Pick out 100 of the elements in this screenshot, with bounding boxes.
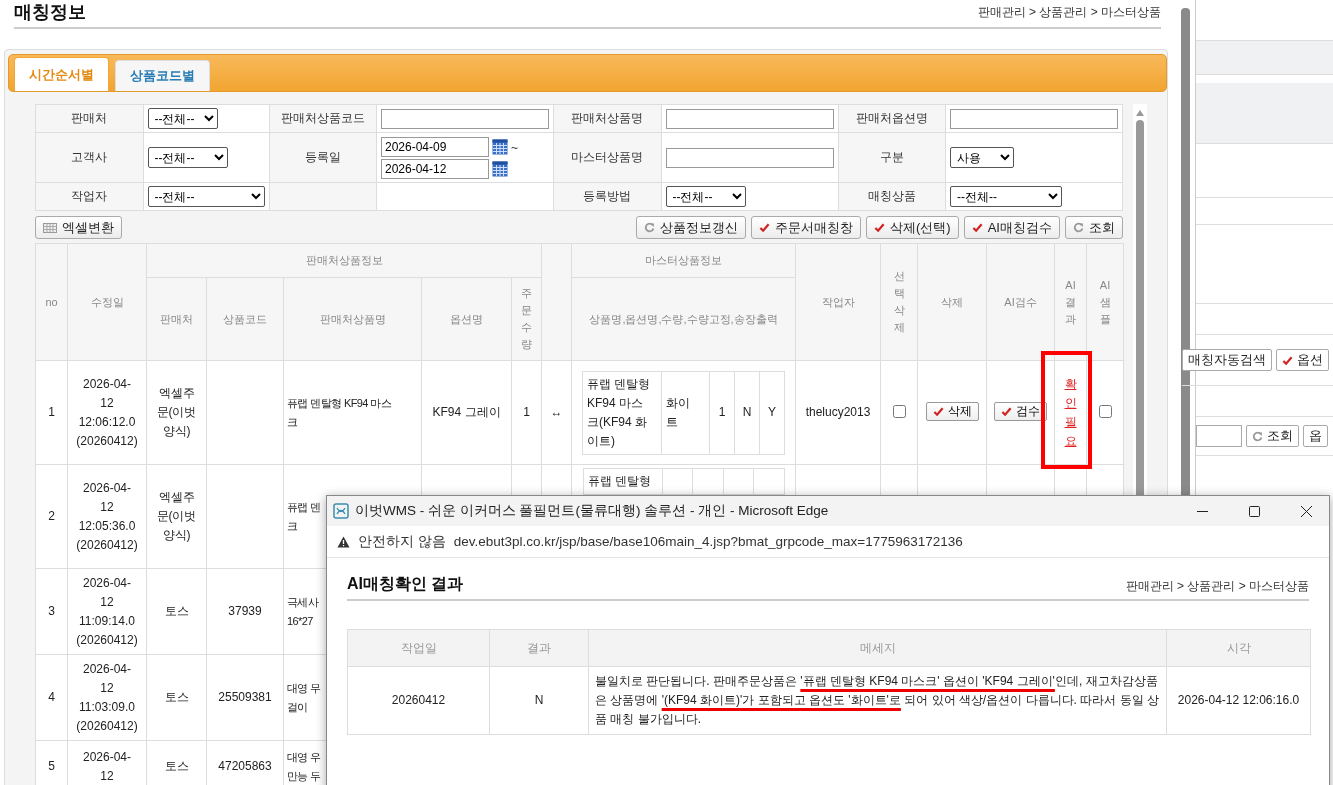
toolbar-button[interactable]: AI매칭검수	[963, 216, 1060, 239]
column-header: 시각	[1166, 629, 1311, 667]
table-cell: 1	[709, 371, 735, 454]
table-cell: 1	[35, 360, 68, 465]
tab[interactable]: 상품코드별	[115, 60, 210, 91]
breadcrumb: 판매관리 > 상품관리 > 마스터상품	[977, 4, 1161, 21]
dropdown[interactable]: 사용	[950, 147, 1014, 168]
toolbar-button[interactable]: 상품정보갱신	[636, 216, 747, 239]
table-cell: N	[489, 666, 589, 735]
row-checkbox[interactable]	[1099, 404, 1112, 418]
column-header: 삭제	[917, 243, 987, 361]
delete-button[interactable]: 삭제	[925, 402, 979, 421]
table-cell: N	[734, 371, 760, 454]
table-cell: KF94 그레이	[421, 360, 512, 465]
dropdown[interactable]: --전체--	[665, 186, 746, 207]
dropdown[interactable]: --전체--	[147, 108, 218, 129]
toolbar-button[interactable]: 주문서매칭창	[751, 216, 862, 239]
check-icon	[932, 406, 944, 417]
check-icon	[971, 222, 983, 233]
table-cell: 2	[35, 464, 68, 569]
calendar-icon[interactable]	[492, 138, 508, 155]
toolbar-button[interactable]: 조회	[1065, 216, 1123, 239]
column-header: AI 샘 플	[1086, 243, 1124, 361]
table-cell: 25509381	[206, 654, 284, 741]
table-cell: 3	[35, 568, 68, 655]
column-header: 작업자	[795, 243, 881, 361]
app-icon	[333, 503, 349, 519]
calendar-icon[interactable]	[492, 160, 508, 177]
table-cell: 5	[35, 740, 68, 785]
table-cell: 토스	[146, 568, 207, 655]
table-cell: 1	[511, 360, 542, 465]
column-header: 판매처	[146, 277, 207, 361]
page-title: 매칭정보	[14, 1, 86, 24]
column-header: 작업일	[347, 629, 490, 667]
spreadsheet-icon	[43, 222, 57, 233]
filter-label: 등록일	[304, 150, 341, 164]
breadcrumb: 판매관리 > 상품관리 > 마스터상품	[1125, 578, 1309, 595]
column-header: 선 택 삭 제	[880, 243, 918, 361]
column-header: 주 문 수 량	[511, 277, 542, 361]
dropdown[interactable]: --전체--	[950, 186, 1062, 207]
toolbar-button[interactable]: 삭제(선택)	[866, 216, 959, 239]
check-icon	[1001, 406, 1012, 417]
toolbar-button[interactable]: 엑셀변환	[35, 216, 122, 239]
date-field[interactable]: 2026-04-09	[381, 136, 489, 157]
table-cell: 2026-04- 12 11:03:09.0 (20260412)	[67, 654, 147, 741]
option-field[interactable]: 옵	[1303, 425, 1328, 447]
column-header: 판매처상품명	[283, 277, 422, 361]
table-cell: 20260412	[347, 666, 490, 735]
table-cell: 화이 트	[661, 371, 710, 454]
date-field[interactable]: 2026-04-12	[381, 158, 489, 179]
table-cell: 퓨랩 덴탈형 KF94 마스 크(KF94 화 이트)	[582, 371, 662, 454]
refresh-icon	[1252, 430, 1263, 442]
filter-label: 판매처상품명	[571, 111, 644, 125]
auto-search-button[interactable]: 매칭자동검색	[1182, 349, 1272, 371]
text-field[interactable]	[665, 108, 834, 129]
check-icon	[759, 222, 771, 233]
column-header: 옵션명	[421, 277, 512, 361]
filter-label: 구분	[879, 150, 904, 164]
table-cell: 2026-04-12 12:06:16.0	[1166, 666, 1311, 735]
check-icon	[874, 222, 886, 233]
search-button[interactable]: 조회	[1246, 425, 1299, 447]
filter-label: 매칭상품	[867, 189, 916, 203]
dropdown[interactable]: --전체--	[147, 186, 265, 207]
column-header: 상품코드	[206, 277, 284, 361]
filter-label: 작업자	[71, 189, 108, 203]
warning-icon	[337, 535, 350, 548]
review-button[interactable]: 검수	[994, 402, 1047, 421]
column-header: 판매처상품정보	[146, 243, 542, 278]
filter-label: 판매처옵션명	[855, 111, 928, 125]
table-cell: 2026-04- 12 12:06:12.0 (20260412)	[67, 360, 147, 465]
maximize-icon	[1248, 505, 1260, 517]
range-separator: ~	[511, 140, 518, 155]
text-field[interactable]	[1196, 425, 1242, 447]
table-cell: 2026-04- 12 11:09:14.0 (20260412)	[67, 568, 147, 655]
address-field[interactable]: dev.ebut3pl.co.kr/jsp/base/base106main_4.jsp?bmat_grpcode_max=1775963172136	[453, 534, 963, 549]
text-field[interactable]	[665, 147, 834, 168]
table-cell: 퓨랩 덴탈형 KF94 마스 크	[283, 360, 422, 465]
message-text: 불일치로 판단됩니다. 판매주문상품은 '퓨랩 덴탈형 KF94 마스크' 옵션이 'KF94 그레이'인데, 재고차감상품은 상품명에 '(KF94 화이트)'가 포함되고 옵션도 '화이트'로 되어 있어 색상/옵션이 다릅니다. 따라서 동일 상품 매칭 불가입니다.	[588, 666, 1167, 735]
check-icon	[1282, 354, 1293, 366]
column-header: no	[35, 243, 68, 361]
column-header: AI 결 과	[1054, 243, 1087, 361]
text-field[interactable]	[950, 108, 1118, 129]
text-field[interactable]	[381, 108, 549, 129]
column-header: 메세지	[588, 629, 1167, 667]
table-cell: 퓨랩 덴탈형	[587, 474, 651, 488]
column-header: AI검수	[986, 243, 1055, 361]
row-checkbox[interactable]	[893, 404, 906, 418]
table-cell: thelucy2013	[795, 360, 881, 465]
filter-label: 마스터상품명	[571, 150, 644, 164]
dropdown[interactable]: --전체--	[147, 147, 228, 168]
filter-label: 판매처상품코드	[280, 111, 365, 125]
column-header: 마스터상품정보	[571, 243, 796, 278]
table-cell: 엑셀주 문(이벗 양식)	[146, 360, 207, 465]
filter-label: 고객사	[71, 150, 108, 164]
refresh-icon	[1073, 222, 1084, 233]
filter-label: 판매처	[71, 111, 108, 125]
refresh-icon	[644, 222, 656, 233]
option-button[interactable]: 옵션	[1276, 349, 1329, 371]
table-cell: 4	[35, 654, 68, 741]
column-header: 상품명,옵션명,수량,수량고정,송장출력	[571, 277, 796, 361]
